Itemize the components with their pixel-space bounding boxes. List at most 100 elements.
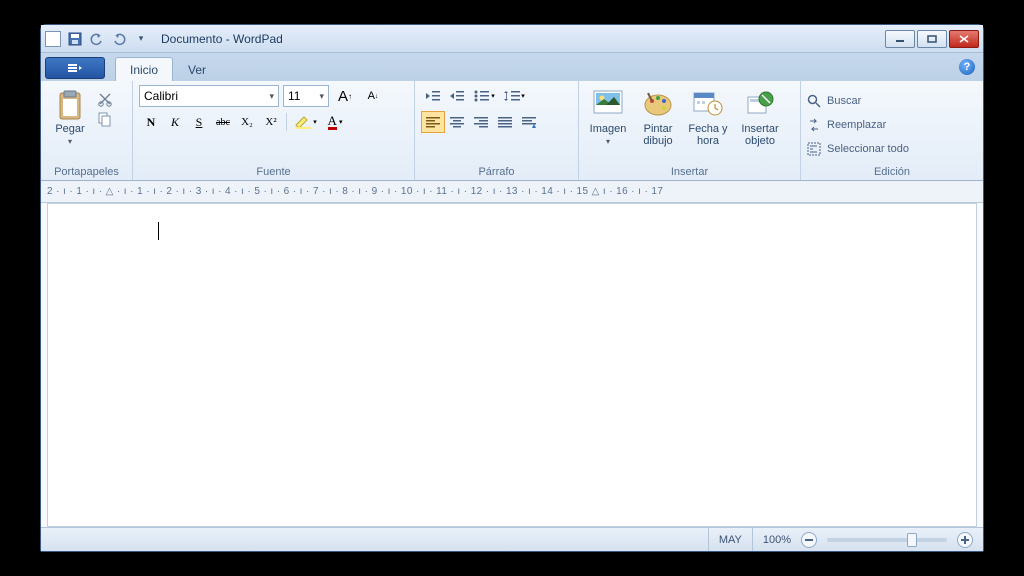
maximize-icon <box>927 35 937 43</box>
group-label-font: Fuente <box>139 164 408 178</box>
paint-drawing-button[interactable]: Pintar dibujo <box>635 85 681 147</box>
scissors-icon <box>97 91 113 107</box>
subscript-button[interactable]: X₂ <box>235 111 259 133</box>
minus-icon <box>804 535 814 545</box>
decrease-indent-button[interactable] <box>421 85 445 107</box>
align-left-icon <box>425 115 441 129</box>
select-all-icon <box>807 142 821 156</box>
indent-icon <box>449 89 465 103</box>
undo-icon <box>90 32 104 46</box>
datetime-label: Fecha y hora <box>685 123 731 147</box>
group-insert: Imagen ▾ Pintar dibujo Fecha y hora Inse… <box>579 81 801 180</box>
replace-label: Reemplazar <box>827 119 886 131</box>
font-family-value: Calibri <box>144 89 178 103</box>
strikethrough-button[interactable]: abc <box>211 111 235 133</box>
chevron-down-icon: ▾ <box>606 137 610 146</box>
bold-button[interactable]: N <box>139 111 163 133</box>
qat-customize[interactable]: ▾ <box>131 29 151 49</box>
font-size-combo[interactable]: 11▾ <box>283 85 329 107</box>
find-label: Buscar <box>827 95 861 107</box>
cut-button[interactable] <box>97 91 113 107</box>
chevron-down-icon: ▾ <box>319 91 324 102</box>
ribbon-tab-bar: Inicio Ver ? <box>41 53 983 81</box>
document-page[interactable] <box>47 203 977 527</box>
quick-access-toolbar: ▾ <box>65 29 151 49</box>
zoom-slider[interactable] <box>827 538 947 542</box>
file-menu-button[interactable] <box>45 57 105 79</box>
chevron-down-icon: ▾ <box>68 137 72 146</box>
paint-drawing-label: Pintar dibujo <box>635 123 681 147</box>
italic-button[interactable]: K <box>163 111 187 133</box>
superscript-button[interactable]: X² <box>259 111 283 133</box>
align-left-button[interactable] <box>421 111 445 133</box>
align-right-button[interactable] <box>469 111 493 133</box>
tab-ver[interactable]: Ver <box>173 57 221 81</box>
line-spacing-button[interactable]: ▾ <box>499 85 529 107</box>
object-icon <box>744 89 776 117</box>
underline-button[interactable]: S <box>187 111 211 133</box>
datetime-button[interactable]: Fecha y hora <box>685 85 731 147</box>
bullets-button[interactable]: ▾ <box>469 85 499 107</box>
file-menu-icon <box>68 63 82 73</box>
minimize-icon <box>895 35 905 43</box>
minimize-button[interactable] <box>885 30 915 48</box>
insert-object-button[interactable]: Insertar objeto <box>735 85 785 147</box>
paragraph-dialog-button[interactable] <box>517 111 541 133</box>
maximize-button[interactable] <box>917 30 947 48</box>
zoom-slider-thumb[interactable] <box>907 533 917 547</box>
group-font: Calibri ▾ 11▾ A↑ A↓ N K S abc X₂ X² <box>133 81 415 180</box>
redo-icon <box>112 32 126 46</box>
group-label-paragraph: Párrafo <box>421 164 572 178</box>
group-paragraph: ▾ ▾ Párrafo <box>415 81 579 180</box>
horizontal-ruler[interactable]: 2 · ı · 1 · ı · △ · ı · 1 · ı · 2 · ı · … <box>41 181 983 203</box>
group-label-clipboard: Portapapeles <box>47 164 126 178</box>
replace-icon <box>807 118 821 132</box>
zoom-in-button[interactable] <box>957 532 973 548</box>
help-button[interactable]: ? <box>959 59 975 75</box>
insert-object-label: Insertar objeto <box>735 123 785 147</box>
zoom-out-button[interactable] <box>801 532 817 548</box>
shrink-font-button[interactable]: A↓ <box>361 85 385 107</box>
group-label-edit: Edición <box>807 164 977 178</box>
select-all-button[interactable]: Seleccionar todo <box>807 139 909 159</box>
line-spacing-icon <box>503 89 521 103</box>
copy-button[interactable] <box>97 111 113 127</box>
find-button[interactable]: Buscar <box>807 91 861 111</box>
select-all-label: Seleccionar todo <box>827 143 909 155</box>
save-button[interactable] <box>65 29 85 49</box>
zoom-level: 100% <box>763 534 791 546</box>
close-button[interactable] <box>949 30 979 48</box>
align-center-button[interactable] <box>445 111 469 133</box>
copy-icon <box>97 111 113 127</box>
align-justify-icon <box>497 115 513 129</box>
undo-button[interactable] <box>87 29 107 49</box>
redo-button[interactable] <box>109 29 129 49</box>
group-edit: Buscar Reemplazar Seleccionar todo Edici… <box>801 81 983 180</box>
font-color-button[interactable]: A▾ <box>320 111 350 133</box>
tab-inicio[interactable]: Inicio <box>115 57 173 81</box>
group-clipboard: Pegar ▾ Portapapeles <box>41 81 133 180</box>
replace-button[interactable]: Reemplazar <box>807 115 886 135</box>
paragraph-icon <box>521 115 537 129</box>
chevron-down-icon: ▾ <box>269 91 274 102</box>
align-right-icon <box>473 115 489 129</box>
palette-icon <box>642 89 674 117</box>
picture-icon <box>592 89 624 117</box>
group-label-insert: Insertar <box>585 164 794 178</box>
clipboard-icon <box>54 89 86 121</box>
highlighter-icon <box>293 114 313 130</box>
list-icon <box>473 89 491 103</box>
justify-button[interactable] <box>493 111 517 133</box>
highlight-color-button[interactable]: ▾ <box>290 111 320 133</box>
insert-image-button[interactable]: Imagen ▾ <box>585 85 631 146</box>
increase-indent-button[interactable] <box>445 85 469 107</box>
grow-font-button[interactable]: A↑ <box>333 85 357 107</box>
paste-label: Pegar <box>55 123 84 135</box>
outdent-icon <box>425 89 441 103</box>
plus-icon <box>960 535 970 545</box>
insert-image-label: Imagen <box>590 123 627 135</box>
align-center-icon <box>449 115 465 129</box>
font-family-combo[interactable]: Calibri ▾ <box>139 85 279 107</box>
paste-button[interactable]: Pegar ▾ <box>47 85 93 146</box>
window-title: Documento - WordPad <box>161 32 283 46</box>
